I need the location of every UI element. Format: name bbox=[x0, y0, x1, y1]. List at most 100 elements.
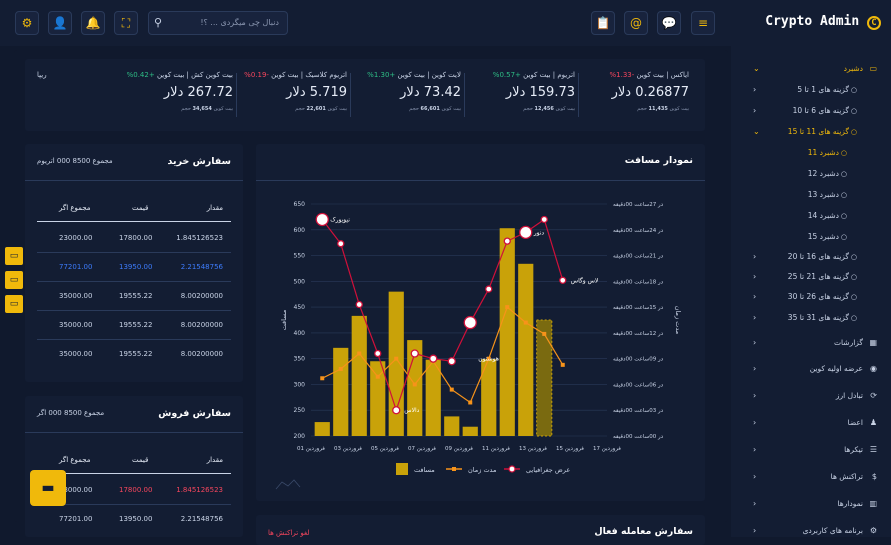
sidebar-item[interactable]: ○ دشبرد 14 bbox=[731, 207, 891, 225]
x-tick-label: فروردین 01 bbox=[297, 446, 325, 452]
fullscreen-icon[interactable]: ⛶ bbox=[114, 11, 138, 35]
sidebar-item[interactable]: ▭ دشبرد ⌄ bbox=[731, 60, 891, 78]
cell-amount: 8.00200000 bbox=[180, 350, 223, 358]
x-tick-label: فروردین 07 bbox=[408, 446, 436, 452]
ticker-volume-label: حجم bbox=[523, 106, 533, 112]
brand-logo[interactable]: Crypto Admin C bbox=[765, 14, 881, 30]
ticker-card[interactable]: بیت کوین کش | بیت کوین +0.42% 267.72 دلار… bbox=[127, 59, 241, 131]
sell-orders-subtitle: مجموع 8500 000 اگر bbox=[37, 409, 105, 417]
bar bbox=[333, 347, 349, 436]
cancel-transactions-link[interactable]: لغو تراکنش ها bbox=[268, 529, 310, 537]
ticker-pair: اتریوم کلاسیک | بیت کوین bbox=[271, 71, 347, 79]
sidebar-item[interactable]: ○ گزینه های 16 تا 20 ‹ bbox=[731, 248, 891, 266]
search-icon: ⚲ bbox=[154, 16, 163, 29]
sidebar-item[interactable]: ○ دشبرد 12 bbox=[731, 165, 891, 183]
clipboard-icon[interactable]: 📋 bbox=[591, 11, 615, 35]
sidebar-item[interactable]: ○ دشبرد 11 bbox=[731, 144, 891, 162]
sidebar: ▭ دشبرد ⌄ ○ گزینه های 1 تا 5 ‹ ○ گزینه های 6 تا… bbox=[731, 46, 891, 537]
user-icon[interactable]: 👤 bbox=[48, 11, 72, 35]
sidebar-item[interactable]: ○ دشبرد 13 bbox=[731, 186, 891, 204]
sidebar-item[interactable]: ○ گزینه های 11 تا 15 ⌄ bbox=[731, 123, 891, 141]
sidebar-item[interactable]: ○ دشبرد 15 bbox=[731, 228, 891, 246]
side-tab-1-icon[interactable]: ▭ bbox=[5, 247, 23, 265]
sidebar-item[interactable]: ○ گزینه های 1 تا 5 ‹ bbox=[731, 81, 891, 99]
y2-axis-label: مدت زمان bbox=[674, 306, 682, 334]
duration-point bbox=[338, 366, 343, 371]
ticker-volume: بیت کوین 11,435 حجم bbox=[637, 106, 689, 112]
search-placeholder: دنبال چی میگردی ... ؟! bbox=[200, 18, 279, 27]
legend-marker-duration bbox=[452, 467, 456, 471]
ticker-card[interactable]: اتریوم | بیت کوین +0.57% 159.73 دلار بیت ک… bbox=[471, 59, 583, 131]
ticker-price: 5.719 دلار bbox=[286, 85, 347, 100]
sidebar-item-label: دشبرد 15 bbox=[807, 232, 839, 241]
sidebar-item[interactable]: ○ گزینه های 26 تا 30 ‹ bbox=[731, 288, 891, 306]
chevron-icon: ‹ bbox=[753, 338, 757, 347]
sidebar-item[interactable]: ⟳ تبادل ارز ‹ bbox=[731, 387, 891, 405]
at-icon[interactable]: @ bbox=[624, 11, 648, 35]
col-price: قیمت bbox=[132, 204, 149, 212]
ticker-title: اتریوم کلاسیک | بیت کوین -0.19% bbox=[244, 71, 347, 79]
y2-tick-label: در 06ساعت 00دقیقه bbox=[613, 382, 664, 388]
sidebar-item[interactable]: ▥ نمودارها ‹ bbox=[731, 495, 891, 513]
sidebar-item-label: دشبرد 12 bbox=[807, 169, 839, 178]
sidebar-item-label: گزینه های 26 تا 30 bbox=[787, 292, 849, 301]
bullet-icon: ○ bbox=[840, 191, 847, 199]
ticker-extra-label: ریپا bbox=[37, 71, 47, 79]
brand-name: Crypto Admin bbox=[765, 14, 860, 29]
y2-tick-label: در 09ساعت 00دقیقه bbox=[613, 357, 664, 363]
ticker-strip: ایاکس | بیت کوین -1.33% 0.26877 دلار بیت ک… bbox=[25, 59, 705, 131]
ticker-pair: اتریوم | بیت کوین bbox=[523, 71, 575, 79]
bullet-icon: ○ bbox=[850, 314, 857, 322]
ticker-volume-label: حجم bbox=[295, 106, 305, 112]
sidebar-item[interactable]: ○ گزینه های 21 تا 25 ‹ bbox=[731, 268, 891, 286]
row-divider bbox=[37, 310, 231, 311]
sidebar-item[interactable]: ◉ عرضه اولیه کوین ‹ bbox=[731, 360, 891, 378]
ticker-card[interactable]: ایاکس | بیت کوین -1.33% 0.26877 دلار بیت ک… bbox=[585, 59, 697, 131]
search-input[interactable]: ⚲ دنبال چی میگردی ... ؟! bbox=[148, 11, 288, 35]
sidebar-item[interactable]: ▦ گزارشات ‹ bbox=[731, 334, 891, 352]
city-annotation: لاس وگاس bbox=[571, 276, 599, 284]
menu-toggle-icon[interactable]: ≡ bbox=[691, 11, 715, 35]
bullet-icon: ○ bbox=[850, 128, 857, 136]
watermark-sparkline bbox=[275, 479, 301, 490]
bar bbox=[314, 422, 330, 436]
ticker-card[interactable]: اتریوم کلاسیک | بیت کوین -0.19% 5.719 دلا… bbox=[243, 59, 355, 131]
ticker-card[interactable]: لایت کوین | بیت کوین +1.30% 73.42 دلار بیت… bbox=[357, 59, 469, 131]
sidebar-item[interactable]: $ تراکنش ها ‹ bbox=[731, 468, 891, 486]
latitude-point bbox=[559, 276, 567, 284]
cell-total: 35000.00 bbox=[59, 350, 93, 358]
cell-price: 19555.22 bbox=[119, 292, 153, 300]
ticker-change: +0.57% bbox=[492, 71, 521, 79]
report-icon: ▦ bbox=[869, 338, 877, 347]
ticker-unit: بیت کوین bbox=[669, 106, 689, 112]
sidebar-item[interactable]: ☰ تیکرها ‹ bbox=[731, 441, 891, 459]
ticker-volume-label: حجم bbox=[409, 106, 419, 112]
cell-amount: 1.845126523 bbox=[176, 234, 223, 242]
y-tick-label: 650 bbox=[294, 201, 306, 208]
sidebar-item-label: دشبرد bbox=[843, 64, 863, 73]
side-tab-2-icon[interactable]: ▭ bbox=[5, 271, 23, 289]
sidebar-item[interactable]: ♟ اعضا ‹ bbox=[731, 414, 891, 432]
duration-point bbox=[468, 400, 473, 405]
sidebar-item[interactable]: ○ گزینه های 6 تا 10 ‹ bbox=[731, 102, 891, 120]
sidebar-item[interactable]: ⚙ برنامه های کاربردی ‹ bbox=[731, 522, 891, 540]
ticker-price: 0.26877 دلار bbox=[611, 85, 689, 100]
y-tick-label: 300 bbox=[294, 381, 306, 388]
active-orders-panel: سفارش معامله فعال لغو تراکنش ها bbox=[256, 515, 705, 545]
floating-action-icon[interactable]: ▬ bbox=[30, 470, 66, 506]
ticker-volume-value: 12,456 bbox=[534, 106, 554, 112]
side-tab-3-icon[interactable]: ▭ bbox=[5, 295, 23, 313]
chat-icon[interactable]: 💬 bbox=[657, 11, 681, 35]
bell-icon[interactable]: 🔔 bbox=[81, 11, 105, 35]
users-icon: ♟ bbox=[869, 418, 877, 427]
settings-gear-icon[interactable]: ⚙ bbox=[15, 11, 39, 35]
y-tick-label: 500 bbox=[294, 278, 306, 285]
ticker-price: 73.42 دلار bbox=[400, 85, 461, 100]
distance-chart: 200 250 300 350 400 450 500 550 600 650 در 00ساعت … bbox=[275, 201, 682, 490]
latitude-point bbox=[503, 237, 511, 245]
ticker-pair: لایت کوین | بیت کوین bbox=[397, 71, 461, 79]
cell-amount: 1.845126523 bbox=[176, 486, 223, 494]
sidebar-item[interactable]: ○ گزینه های 31 تا 35 ‹ bbox=[731, 309, 891, 327]
sidebar-item-label: عرضه اولیه کوین bbox=[809, 364, 863, 373]
city-annotation: نیویورک bbox=[330, 215, 350, 223]
